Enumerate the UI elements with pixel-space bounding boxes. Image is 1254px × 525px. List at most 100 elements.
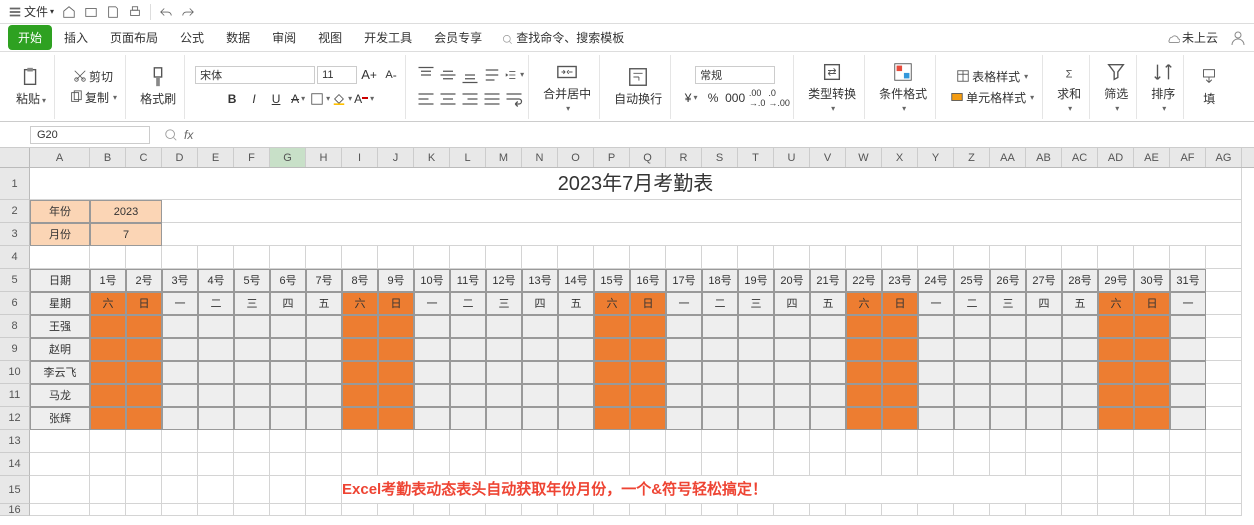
formula-input[interactable] [199, 129, 1099, 141]
cell[interactable] [594, 315, 630, 338]
cell[interactable] [90, 246, 126, 269]
cell[interactable] [522, 430, 558, 453]
col-header[interactable]: F [234, 148, 270, 167]
row-header[interactable]: 4 [0, 246, 30, 269]
cell[interactable] [270, 246, 306, 269]
cell[interactable] [774, 315, 810, 338]
cell[interactable] [1098, 315, 1134, 338]
cell[interactable] [774, 246, 810, 269]
col-header[interactable]: N [522, 148, 558, 167]
cell[interactable] [882, 338, 918, 361]
cell[interactable] [702, 315, 738, 338]
cell[interactable] [1206, 315, 1242, 338]
cell[interactable]: 四 [1026, 292, 1062, 315]
col-header[interactable]: M [486, 148, 522, 167]
cell[interactable] [1206, 338, 1242, 361]
tab-4[interactable]: 数据 [216, 25, 260, 50]
cell[interactable] [90, 315, 126, 338]
align-left-icon[interactable] [416, 89, 436, 109]
cell[interactable] [378, 430, 414, 453]
cell[interactable] [1170, 430, 1206, 453]
cell[interactable]: 五 [1062, 292, 1098, 315]
decrease-decimal-icon[interactable]: .0→.00 [769, 88, 789, 108]
cell[interactable] [162, 315, 198, 338]
cell[interactable]: 4号 [198, 269, 234, 292]
tab-6[interactable]: 视图 [308, 25, 352, 50]
cancel-fx-icon[interactable] [164, 128, 178, 142]
cell[interactable] [1026, 430, 1062, 453]
cell[interactable] [522, 246, 558, 269]
cell[interactable] [774, 384, 810, 407]
cell[interactable] [1170, 407, 1206, 430]
cell[interactable] [630, 361, 666, 384]
row-header[interactable]: 6 [0, 292, 30, 315]
cell[interactable] [162, 223, 1242, 246]
row-header[interactable]: 5 [0, 269, 30, 292]
cell[interactable] [30, 246, 90, 269]
cell[interactable]: 三 [738, 292, 774, 315]
cell[interactable] [990, 361, 1026, 384]
sort-button[interactable]: 排序 [1147, 59, 1179, 115]
cell[interactable] [1134, 384, 1170, 407]
col-header[interactable]: D [162, 148, 198, 167]
cell[interactable] [1206, 407, 1242, 430]
cell[interactable] [630, 453, 666, 476]
cell[interactable] [1062, 407, 1098, 430]
row-header[interactable]: 2 [0, 200, 30, 223]
cell[interactable] [702, 453, 738, 476]
cell[interactable] [378, 315, 414, 338]
cell[interactable] [666, 246, 702, 269]
cell[interactable] [1062, 361, 1098, 384]
type-convert-button[interactable]: ⇄ 类型转换 [804, 59, 860, 115]
cell[interactable]: 15号 [594, 269, 630, 292]
cell[interactable] [126, 476, 162, 504]
cell[interactable] [918, 338, 954, 361]
cell[interactable] [954, 246, 990, 269]
cell[interactable] [270, 504, 306, 516]
cell[interactable] [162, 407, 198, 430]
cell[interactable]: Excel考勤表动态表头自动获取年份月份，一个&符号轻松搞定！ [342, 476, 1062, 504]
cell[interactable] [954, 315, 990, 338]
cell[interactable] [666, 430, 702, 453]
row-header[interactable]: 9 [0, 338, 30, 361]
cell[interactable] [342, 315, 378, 338]
cell[interactable] [1170, 361, 1206, 384]
cell[interactable]: 3号 [162, 269, 198, 292]
cell[interactable] [558, 384, 594, 407]
cell[interactable] [378, 338, 414, 361]
conditional-format-button[interactable]: 条件格式 [875, 59, 931, 115]
cell[interactable] [990, 338, 1026, 361]
cell[interactable] [414, 430, 450, 453]
cell[interactable] [810, 407, 846, 430]
cell[interactable]: 赵明 [30, 338, 90, 361]
cell[interactable] [30, 476, 90, 504]
cell[interactable] [954, 361, 990, 384]
cell[interactable]: 六 [1098, 292, 1134, 315]
cell[interactable] [990, 246, 1026, 269]
cell[interactable]: 二 [198, 292, 234, 315]
col-header[interactable]: K [414, 148, 450, 167]
cell[interactable] [1134, 246, 1170, 269]
cell[interactable] [1026, 384, 1062, 407]
cell[interactable] [846, 453, 882, 476]
cell[interactable]: 五 [810, 292, 846, 315]
cell[interactable] [882, 384, 918, 407]
cell[interactable] [1206, 504, 1242, 516]
cell[interactable] [306, 384, 342, 407]
cell[interactable] [1170, 453, 1206, 476]
cell[interactable] [1026, 338, 1062, 361]
cell[interactable] [126, 315, 162, 338]
cell[interactable] [666, 315, 702, 338]
cell[interactable]: 24号 [918, 269, 954, 292]
cell[interactable] [954, 430, 990, 453]
cell[interactable]: 22号 [846, 269, 882, 292]
cell[interactable] [414, 315, 450, 338]
cell[interactable] [342, 407, 378, 430]
cell[interactable] [594, 430, 630, 453]
cell[interactable] [594, 246, 630, 269]
cell[interactable] [90, 504, 126, 516]
wrap-icon[interactable] [504, 89, 524, 109]
cell[interactable]: 13号 [522, 269, 558, 292]
cell[interactable] [1134, 407, 1170, 430]
cell[interactable] [198, 476, 234, 504]
